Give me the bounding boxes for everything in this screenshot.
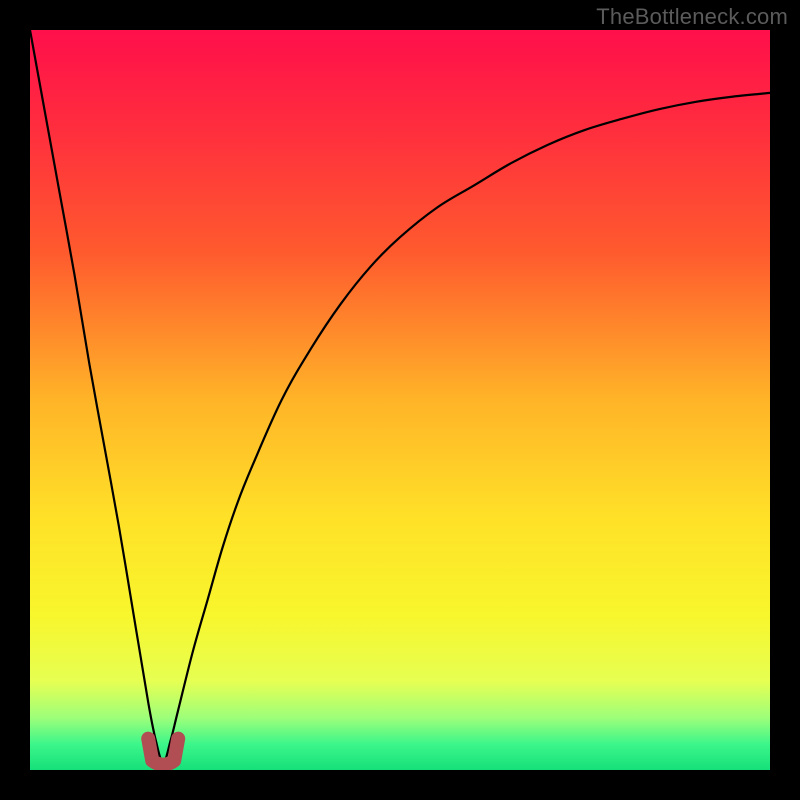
plot-area [30,30,770,770]
chart-stage: TheBottleneck.com [0,0,800,800]
watermark-text: TheBottleneck.com [596,4,788,30]
bottleneck-curve [30,30,770,770]
